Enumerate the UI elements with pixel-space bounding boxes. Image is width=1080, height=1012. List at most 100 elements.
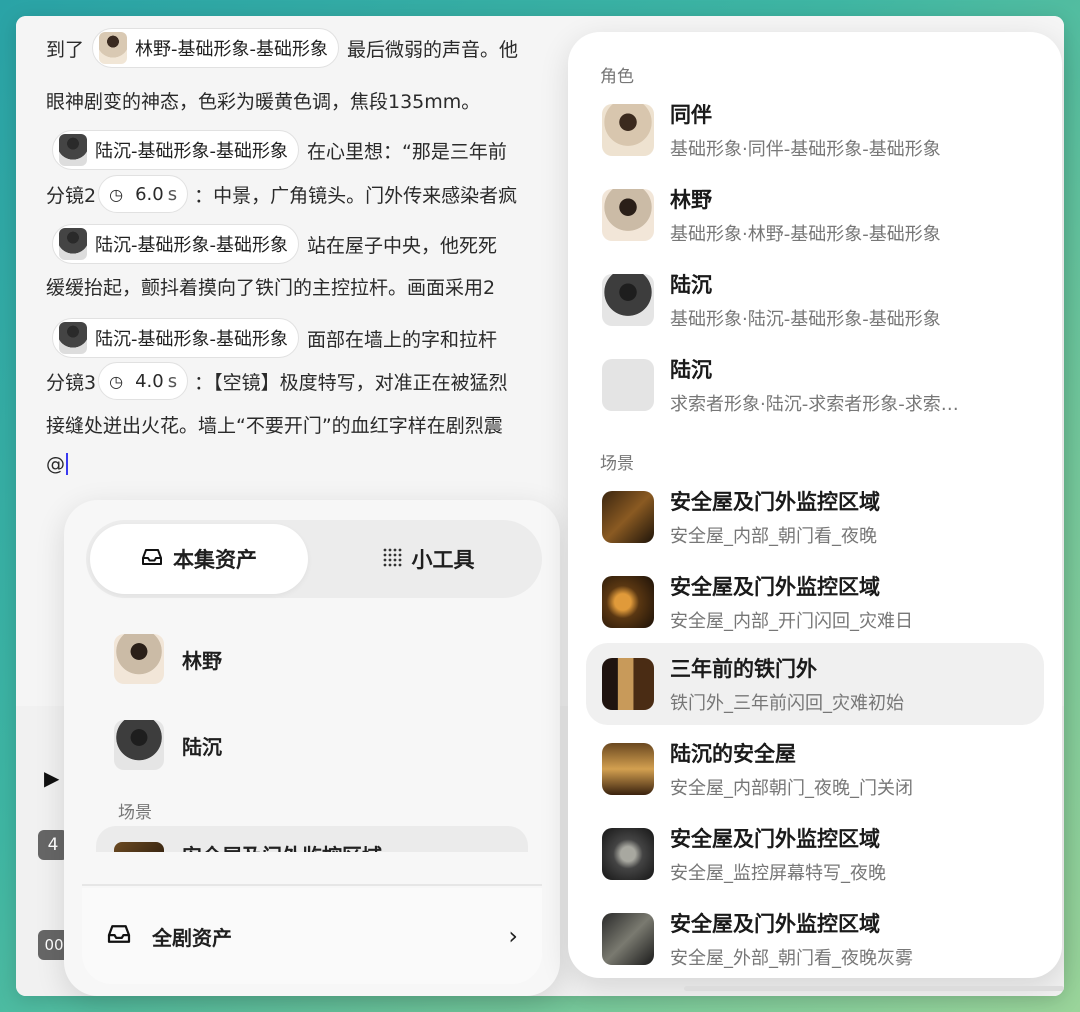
scene-thumbnail	[114, 842, 164, 852]
character-chip[interactable]: 陆沉-基础形象-基础形象	[52, 224, 299, 264]
editor-line: 接缝处迸出火花。墙上“不要开门”的血红字样在剧烈震	[46, 406, 503, 442]
scene-item[interactable]: 安全屋及门外监控区域 安全屋_外部_朝门看_夜晚灰雾	[586, 898, 1044, 978]
editor-line: 到了 林野-基础形象-基础形象 最后微弱的声音。他	[46, 28, 518, 68]
asset-tabs: 本集资产 小工具	[86, 520, 542, 598]
section-scene-label: 场景	[118, 803, 152, 823]
clock-icon: ◷	[109, 371, 124, 391]
scene-title: 安全屋及门外监控区域	[670, 912, 880, 936]
horizontal-scrollbar[interactable]	[684, 986, 1064, 991]
role-item[interactable]: 林野 基础形象·林野-基础形象-基础形象	[586, 174, 1044, 256]
all-assets-button[interactable]: 全剧资产 ›	[82, 888, 542, 984]
asset-picker-panel: 本集资产 小工具 林野 陆沉 场景 安全屋及门外监控区域 全剧资产 ›	[64, 500, 560, 996]
character-chip[interactable]: 陆沉-基础形象-基础形象	[52, 130, 299, 170]
placeholder-thumbnail	[602, 359, 654, 411]
role-subtitle: 基础形象·同伴-基础形象-基础形象	[670, 139, 941, 160]
tab-label: 本集资产	[173, 548, 257, 572]
scene-thumbnail	[602, 576, 654, 628]
character-thumbnail	[602, 104, 654, 156]
duration-chip[interactable]: ◷ 4.0 s	[98, 362, 189, 400]
scene-title: 安全屋及门外监控区域	[670, 490, 880, 514]
inbox-icon	[106, 924, 132, 949]
duration-value: 6.0	[135, 183, 164, 205]
shot-label: 分镜2	[46, 184, 97, 207]
scene-thumbnail	[602, 658, 654, 710]
scene-thumbnail	[602, 828, 654, 880]
tab-episode-assets[interactable]: 本集资产	[90, 524, 308, 594]
scene-item[interactable]: 陆沉的安全屋 安全屋_内部朝门_夜晚_门关闭	[586, 728, 1044, 810]
role-item[interactable]: 同伴 基础形象·同伴-基础形象-基础形象	[586, 89, 1044, 171]
all-assets-label: 全剧资产	[152, 925, 232, 950]
asset-item-linye[interactable]: 林野	[114, 634, 222, 684]
asset-label: 安全屋及门外监控区域	[182, 840, 382, 852]
line-text: 缓缓抬起，颤抖着摸向了铁门的主控拉杆。画面采用2	[46, 276, 496, 299]
scene-title: 安全屋及门外监控区域	[670, 575, 880, 599]
editor-line: 陆沉-基础形象-基础形象 面部在墙上的字和拉杆	[52, 318, 498, 358]
line-text: 站在屋子中央，他死死	[307, 234, 498, 257]
role-title: 同伴	[670, 103, 712, 127]
asset-label: 陆沉	[182, 734, 222, 759]
role-item[interactable]: 陆沉 求索者形象·陆沉-求索者形象-求索…	[586, 344, 1044, 426]
line-text: 眼神剧变的神态，色彩为暖黄色调，焦段135mm。	[46, 90, 481, 113]
scene-thumbnail	[602, 743, 654, 795]
editor-line: @	[46, 446, 68, 482]
editor-line: 陆沉-基础形象-基础形象 在心里想：“那是三年前	[52, 130, 507, 170]
section-role-label: 角色	[600, 67, 634, 87]
duration-value: 4.0	[135, 370, 164, 392]
editor-line: 分镜2 ◷ 6.0 s ：中景，广角镜头。门外传来感染者疯	[46, 175, 518, 213]
role-subtitle: 基础形象·陆沉-基础形象-基础形象	[670, 309, 941, 330]
character-avatar	[59, 134, 87, 166]
scene-thumbnail	[602, 913, 654, 965]
section-scene-label: 场景	[600, 454, 634, 474]
duration-unit: s	[167, 370, 178, 392]
scene-thumbnail	[602, 491, 654, 543]
scene-item[interactable]: 安全屋及门外监控区域 安全屋_监控屏幕特写_夜晚	[586, 813, 1044, 895]
inbox-icon	[141, 548, 163, 571]
character-chip[interactable]: 林野-基础形象-基础形象	[92, 28, 340, 68]
grid-dots-icon	[382, 547, 402, 572]
duration-unit: s	[167, 183, 178, 205]
chip-label: 陆沉-基础形象-基础形象	[95, 329, 288, 350]
role-title: 陆沉	[670, 358, 712, 382]
editor-line: 缓缓抬起，颤抖着摸向了铁门的主控拉杆。画面采用2	[46, 268, 495, 304]
mention-trigger: @	[46, 453, 65, 475]
role-subtitle: 求索者形象·陆沉-求索者形象-求索…	[670, 394, 959, 415]
scene-subtitle: 铁门外_三年前闪回_灾难初始	[670, 693, 904, 714]
scene-title: 陆沉的安全屋	[670, 742, 796, 766]
scene-item-selected[interactable]: 三年前的铁门外 铁门外_三年前闪回_灾难初始	[586, 643, 1044, 725]
editor-line: 分镜3 ◷ 4.0 s ：【空镜】极度特写，对准正在被猛烈	[46, 362, 508, 400]
line-text: 到了	[46, 38, 85, 61]
scene-subtitle: 安全屋_内部_朝门看_夜晚	[670, 526, 877, 547]
mention-suggestion-panel: 角色 同伴 基础形象·同伴-基础形象-基础形象 林野 基础形象·林野-基础形象-…	[568, 32, 1062, 978]
character-avatar	[99, 32, 128, 64]
chip-label: 林野-基础形象-基础形象	[135, 39, 329, 60]
play-icon[interactable]: ▶	[44, 766, 59, 790]
clock-icon: ◷	[109, 184, 124, 204]
asset-item-luchen[interactable]: 陆沉	[114, 720, 222, 770]
scene-subtitle: 安全屋_内部朝门_夜晚_门关闭	[670, 778, 913, 799]
scene-subtitle: 安全屋_外部_朝门看_夜晚灰雾	[670, 948, 913, 969]
asset-label: 林野	[182, 648, 222, 673]
line-text: 面部在墙上的字和拉杆	[307, 328, 498, 351]
role-title: 林野	[670, 188, 712, 212]
chip-label: 陆沉-基础形象-基础形象	[95, 235, 288, 256]
role-item[interactable]: 陆沉 基础形象·陆沉-基础形象-基础形象	[586, 259, 1044, 341]
scene-item[interactable]: 安全屋及门外监控区域 安全屋_内部_朝门看_夜晚	[586, 476, 1044, 558]
shot-label: 分镜3	[46, 371, 97, 394]
editor-line: 陆沉-基础形象-基础形象 站在屋子中央，他死死	[52, 224, 498, 264]
line-text: ：中景，广角镜头。门外传来感染者疯	[194, 184, 518, 207]
line-text: 在心里想：“那是三年前	[307, 140, 507, 163]
role-title: 陆沉	[670, 273, 712, 297]
character-chip[interactable]: 陆沉-基础形象-基础形象	[52, 318, 299, 358]
text-caret	[66, 453, 68, 475]
character-thumbnail	[114, 634, 164, 684]
tab-tools[interactable]: 小工具	[318, 524, 538, 594]
chevron-right-icon: ›	[508, 922, 518, 950]
character-thumbnail	[114, 720, 164, 770]
line-text: 接缝处迸出火花。墙上“不要开门”的血红字样在剧烈震	[46, 414, 503, 437]
scene-item[interactable]: 安全屋及门外监控区域 安全屋_内部_开门闪回_灾难日	[586, 561, 1044, 643]
duration-chip[interactable]: ◷ 6.0 s	[98, 175, 189, 213]
asset-item-scene[interactable]: 安全屋及门外监控区域	[96, 826, 528, 852]
chip-label: 陆沉-基础形象-基础形象	[95, 141, 288, 162]
line-text: ：【空镜】极度特写，对准正在被猛烈	[194, 371, 508, 394]
character-thumbnail	[602, 189, 654, 241]
